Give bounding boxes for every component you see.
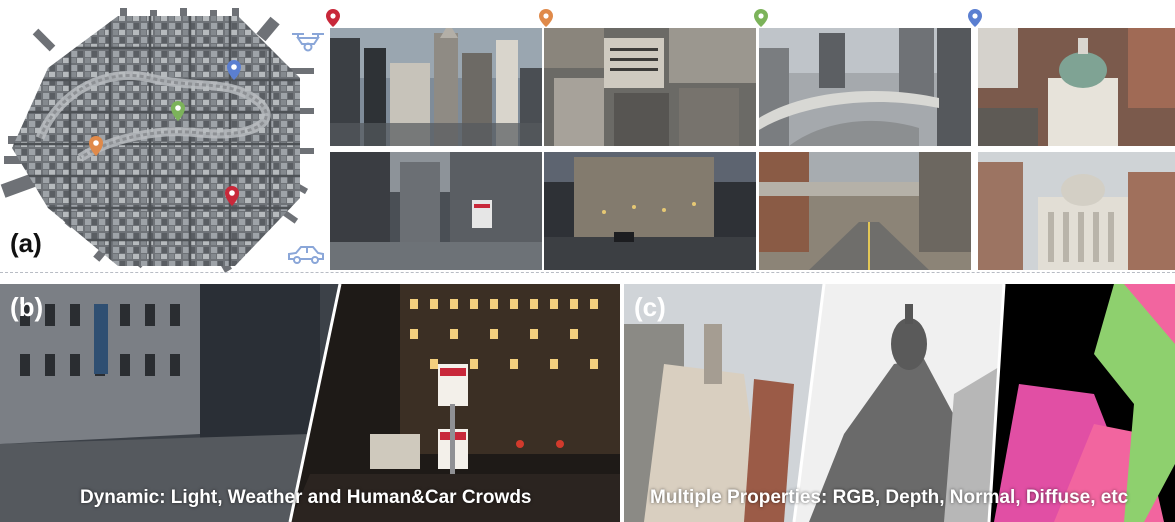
panel-c-caption: Multiple Properties: RGB, Depth, Normal,…: [650, 487, 1129, 508]
aerial-view-orange: [544, 28, 756, 146]
aerial-view-green: [759, 28, 971, 146]
pin-orange-icon: [539, 9, 553, 27]
street-view-green: [759, 152, 971, 270]
street-view-red: [330, 152, 542, 270]
aerial-view-red: [330, 28, 542, 146]
panel-b-label: (b): [10, 292, 44, 322]
panel-a-label: (a): [10, 228, 42, 258]
city-map: [0, 8, 314, 273]
panel-b-caption: Dynamic: Light, Weather and Human&Car Cr…: [80, 487, 532, 508]
section-divider: [0, 272, 1175, 273]
drone-icon: [292, 33, 324, 52]
car-icon: [288, 246, 324, 264]
panel-c-label: (c): [634, 292, 666, 322]
pin-red-icon: [326, 9, 340, 27]
street-view-orange: [544, 152, 756, 270]
pin-blue-icon: [968, 9, 982, 27]
map-city-grid: [12, 16, 300, 266]
aerial-view-blue: [978, 28, 1175, 146]
street-view-blue: [978, 152, 1175, 270]
pin-green-icon: [754, 9, 768, 27]
